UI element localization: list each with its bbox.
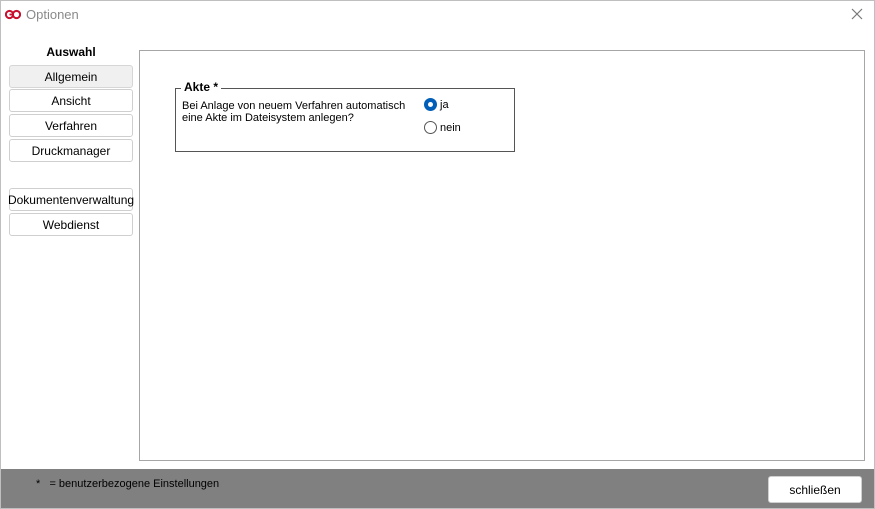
radio-ja-label: ja	[440, 98, 449, 111]
sidebar-item-ansicht[interactable]: Ansicht	[9, 89, 133, 112]
app-logo-icon	[5, 9, 21, 20]
radio-ja-indicator[interactable]	[424, 98, 437, 111]
radio-nein-label: nein	[440, 121, 461, 134]
settings-panel: Akte * Bei Anlage von neuem Verfahren au…	[139, 50, 865, 461]
close-icon[interactable]	[848, 5, 866, 23]
sidebar-item-webdienst[interactable]: Webdienst	[9, 213, 133, 236]
radio-nein[interactable]: nein	[424, 121, 461, 134]
sidebar-item-allgemein[interactable]: Allgemein	[9, 65, 133, 88]
close-button[interactable]: schließen	[768, 476, 862, 503]
radio-nein-indicator[interactable]	[424, 121, 437, 134]
footer-note: * = benutzerbezogene Einstellungen	[36, 478, 220, 490]
window-title: Optionen	[26, 7, 79, 22]
sidebar-heading: Auswahl	[46, 45, 96, 59]
akte-question: Bei Anlage von neuem Verfahren automatis…	[182, 100, 406, 124]
radio-ja[interactable]: ja	[424, 98, 449, 111]
sidebar-item-verfahren[interactable]: Verfahren	[9, 114, 133, 137]
footer-bar: * = benutzerbezogene Einstellungen schli…	[1, 469, 874, 508]
sidebar-item-dokumentenverwaltung[interactable]: Dokumentenverwaltung	[8, 188, 134, 211]
sidebar-item-druckmanager[interactable]: Druckmanager	[9, 139, 133, 162]
options-window: Optionen Auswahl Allgemein Ansicht Verfa…	[0, 0, 875, 509]
title-bar: Optionen	[1, 1, 874, 28]
akte-legend: Akte *	[181, 80, 222, 94]
akte-groupbox: Akte * Bei Anlage von neuem Verfahren au…	[175, 80, 515, 152]
